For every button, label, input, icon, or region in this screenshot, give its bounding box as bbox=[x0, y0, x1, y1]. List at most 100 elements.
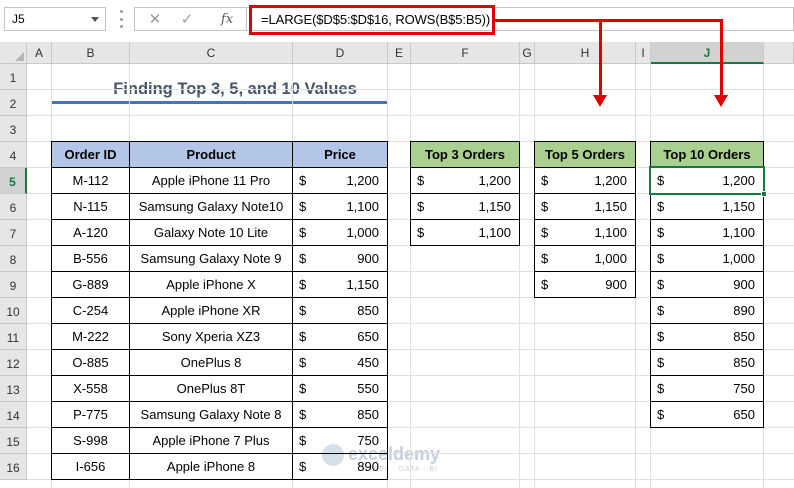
column-header-e[interactable]: E bbox=[388, 42, 411, 64]
chevron-down-icon[interactable] bbox=[91, 17, 99, 22]
row-header-2[interactable]: 2 bbox=[0, 90, 27, 116]
row-header-10[interactable]: 10 bbox=[0, 298, 27, 324]
amount-value: 1,100 bbox=[722, 225, 755, 240]
price-cell[interactable]: $850 bbox=[292, 401, 388, 428]
row-header-3[interactable]: 3 bbox=[0, 116, 27, 142]
top3-value-cell[interactable]: $1,150 bbox=[410, 193, 520, 220]
product-cell[interactable]: Apple iPhone XR bbox=[129, 297, 293, 324]
row-header-12[interactable]: 12 bbox=[0, 350, 27, 376]
price-cell[interactable]: $650 bbox=[292, 323, 388, 350]
column-header-j[interactable]: J bbox=[651, 42, 764, 64]
top3-value-cell[interactable]: $1,200 bbox=[410, 167, 520, 194]
header-price[interactable]: Price bbox=[292, 141, 388, 168]
enter-icon[interactable]: ✓ bbox=[177, 10, 197, 30]
header-order-id[interactable]: Order ID bbox=[51, 141, 130, 168]
top10-value-cell[interactable]: $650 bbox=[650, 401, 764, 428]
product-cell[interactable]: Apple iPhone 11 Pro bbox=[129, 167, 293, 194]
price-cell[interactable]: $1,100 bbox=[292, 193, 388, 220]
product-cell[interactable]: OnePlus 8 bbox=[129, 349, 293, 376]
row-header-14[interactable]: 14 bbox=[0, 402, 27, 428]
order-id-cell[interactable]: M-112 bbox=[51, 167, 130, 194]
top5-value-cell[interactable]: $1,000 bbox=[534, 245, 636, 272]
top5-value-cell[interactable]: $900 bbox=[534, 271, 636, 298]
order-id-cell[interactable]: G-889 bbox=[51, 271, 130, 298]
top3-value-cell[interactable]: $1,100 bbox=[410, 219, 520, 246]
top3-header[interactable]: Top 3 Orders bbox=[410, 141, 520, 168]
column-header-c[interactable]: C bbox=[130, 42, 293, 64]
amount-value: 1,150 bbox=[346, 277, 379, 292]
top10-header[interactable]: Top 10 Orders bbox=[650, 141, 764, 168]
row-header-16[interactable]: 16 bbox=[0, 454, 27, 480]
price-cell[interactable]: $1,000 bbox=[292, 219, 388, 246]
fill-handle[interactable] bbox=[761, 191, 767, 197]
select-all-button[interactable] bbox=[0, 42, 27, 64]
price-cell[interactable]: $890 bbox=[292, 453, 388, 480]
price-cell[interactable]: $550 bbox=[292, 375, 388, 402]
order-id-cell[interactable]: S-998 bbox=[51, 427, 130, 454]
top10-value-cell[interactable]: $750 bbox=[650, 375, 764, 402]
product-cell[interactable]: Galaxy Note 10 Lite bbox=[129, 219, 293, 246]
column-header-i[interactable]: I bbox=[636, 42, 651, 64]
product-cell[interactable]: Apple iPhone X bbox=[129, 271, 293, 298]
order-id-cell[interactable]: A-120 bbox=[51, 219, 130, 246]
row-header-8[interactable]: 8 bbox=[0, 246, 27, 272]
product-cell[interactable]: Sony Xperia XZ3 bbox=[129, 323, 293, 350]
spreadsheet-grid[interactable]: Finding Top 3, 5, and 10 Values exceldem… bbox=[0, 19, 794, 488]
price-cell[interactable]: $1,200 bbox=[292, 167, 388, 194]
cancel-icon[interactable]: ✕ bbox=[145, 10, 165, 30]
price-cell[interactable]: $750 bbox=[292, 427, 388, 454]
order-id-cell[interactable]: P-775 bbox=[51, 401, 130, 428]
order-id-cell[interactable]: I-656 bbox=[51, 453, 130, 480]
product-cell[interactable]: OnePlus 8T bbox=[129, 375, 293, 402]
top10-value-cell[interactable]: $850 bbox=[650, 323, 764, 350]
gridline-vertical bbox=[410, 64, 411, 488]
price-cell[interactable]: $450 bbox=[292, 349, 388, 376]
cell-text: Top 5 Orders bbox=[545, 147, 625, 162]
top10-value-cell[interactable]: $1,100 bbox=[650, 219, 764, 246]
product-cell[interactable]: Apple iPhone 8 bbox=[129, 453, 293, 480]
row-header-4[interactable]: 4 bbox=[0, 142, 27, 168]
top10-value-cell[interactable]: $900 bbox=[650, 271, 764, 298]
row-header-6[interactable]: 6 bbox=[0, 194, 27, 220]
price-cell[interactable]: $1,150 bbox=[292, 271, 388, 298]
top5-value-cell[interactable]: $1,100 bbox=[534, 219, 636, 246]
header-product[interactable]: Product bbox=[129, 141, 293, 168]
column-header-g[interactable]: G bbox=[520, 42, 535, 64]
top10-value-cell[interactable]: $890 bbox=[650, 297, 764, 324]
column-header-b[interactable]: B bbox=[52, 42, 130, 64]
product-cell[interactable]: Samsung Galaxy Note10 bbox=[129, 193, 293, 220]
name-box[interactable]: J5 bbox=[4, 7, 106, 31]
column-header-d[interactable]: D bbox=[293, 42, 388, 64]
selected-cell-j5[interactable] bbox=[649, 166, 765, 195]
row-header-5[interactable]: 5 bbox=[0, 168, 27, 194]
amount-value: 1,000 bbox=[346, 225, 379, 240]
top10-value-cell[interactable]: $1,150 bbox=[650, 193, 764, 220]
order-id-cell[interactable]: M-222 bbox=[51, 323, 130, 350]
order-id-cell[interactable]: O-885 bbox=[51, 349, 130, 376]
row-header-15[interactable]: 15 bbox=[0, 428, 27, 454]
top5-header[interactable]: Top 5 Orders bbox=[534, 141, 636, 168]
product-cell[interactable]: Samsung Galaxy Note 8 bbox=[129, 401, 293, 428]
order-id-cell[interactable]: B-556 bbox=[51, 245, 130, 272]
column-header-a[interactable]: A bbox=[27, 42, 52, 64]
row-header-11[interactable]: 11 bbox=[0, 324, 27, 350]
column-header-h[interactable]: H bbox=[535, 42, 636, 64]
order-id-cell[interactable]: N-115 bbox=[51, 193, 130, 220]
row-header-9[interactable]: 9 bbox=[0, 272, 27, 298]
order-id-cell[interactable]: C-254 bbox=[51, 297, 130, 324]
insert-function-icon[interactable]: fx bbox=[217, 10, 237, 30]
drag-handle-icon[interactable] bbox=[120, 10, 123, 28]
row-header-7[interactable]: 7 bbox=[0, 220, 27, 246]
column-header-f[interactable]: F bbox=[411, 42, 520, 64]
top10-value-cell[interactable]: $1,000 bbox=[650, 245, 764, 272]
product-cell[interactable]: Samsung Galaxy Note 9 bbox=[129, 245, 293, 272]
product-cell[interactable]: Apple iPhone 7 Plus bbox=[129, 427, 293, 454]
top10-value-cell[interactable]: $850 bbox=[650, 349, 764, 376]
price-cell[interactable]: $850 bbox=[292, 297, 388, 324]
top5-value-cell[interactable]: $1,200 bbox=[534, 167, 636, 194]
top5-value-cell[interactable]: $1,150 bbox=[534, 193, 636, 220]
row-header-13[interactable]: 13 bbox=[0, 376, 27, 402]
order-id-cell[interactable]: X-558 bbox=[51, 375, 130, 402]
price-cell[interactable]: $900 bbox=[292, 245, 388, 272]
row-header-1[interactable]: 1 bbox=[0, 64, 27, 90]
